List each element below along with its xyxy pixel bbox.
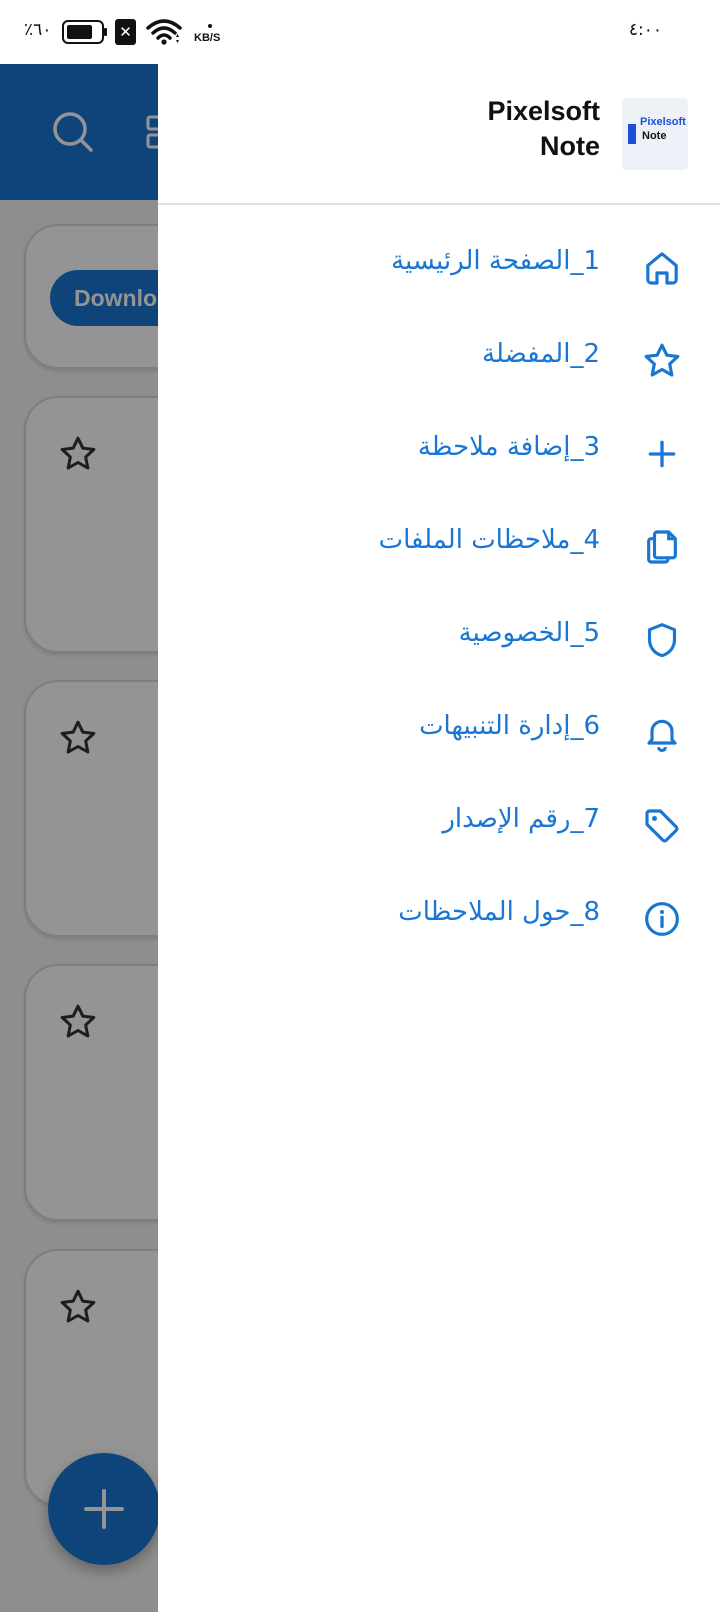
shield-icon	[647, 623, 677, 658]
menu-item-label: 1_الصفحة الرئيسية	[391, 246, 600, 276]
bell-icon	[647, 719, 677, 752]
home-icon	[646, 252, 678, 285]
drawer-menu: 1_الصفحة الرئيسية 2_المفضلة 3_إضافة ملاح…	[158, 222, 720, 966]
status-bar: ٪٦٠ ✕ KB/S ٤:٠٠	[0, 0, 720, 64]
menu-item-about[interactable]: 8_حول الملاحظات	[158, 873, 720, 966]
clock: ٤:٠٠	[628, 20, 662, 40]
battery-icon	[62, 20, 104, 44]
menu-item-label: 2_المفضلة	[482, 339, 600, 369]
menu-item-file-notes[interactable]: 4_ملاحظات الملفات	[158, 501, 720, 594]
menu-item-label: 7_رقم الإصدار	[442, 804, 600, 834]
app-title-line2: Note	[540, 131, 600, 161]
logo-text-line1: Pixelsoft	[640, 116, 686, 128]
app-logo: Pixelsoft Note	[622, 98, 688, 170]
menu-item-label: 4_ملاحظات الملفات	[378, 525, 600, 555]
menu-item-version[interactable]: 7_رقم الإصدار	[158, 780, 720, 873]
menu-item-label: 8_حول الملاحظات	[398, 897, 600, 927]
speed-indicator-dot	[208, 24, 212, 28]
app-title-line1: Pixelsoft	[487, 96, 600, 126]
menu-item-label: 3_إضافة ملاحظة	[417, 432, 600, 462]
tag-icon	[645, 809, 679, 843]
star-icon	[644, 343, 680, 377]
menu-item-home[interactable]: 1_الصفحة الرئيسية	[158, 222, 720, 315]
sim-error-icon: ✕	[115, 19, 136, 45]
menu-item-favorites[interactable]: 2_المفضلة	[158, 315, 720, 408]
network-speed: KB/S	[194, 32, 221, 44]
files-icon	[647, 530, 677, 564]
logo-text-line2: Note	[642, 130, 667, 142]
navigation-drawer: Pixelsoft Note Pixelsoft Note 1_الصفحة ا…	[158, 64, 720, 1612]
battery-cap	[104, 28, 107, 36]
menu-item-notifications[interactable]: 6_إدارة التنبيهات	[158, 687, 720, 780]
logo-mark	[628, 124, 636, 144]
app-title: Pixelsoft Note	[380, 94, 600, 164]
wifi-icon	[146, 19, 182, 45]
menu-item-add-note[interactable]: 3_إضافة ملاحظة	[158, 408, 720, 501]
info-icon	[645, 902, 679, 936]
menu-item-label: 6_إدارة التنبيهات	[419, 711, 600, 741]
battery-percentage: ٪٦٠	[24, 20, 52, 40]
plus-icon	[648, 440, 676, 468]
drawer-header: Pixelsoft Note Pixelsoft Note	[158, 64, 720, 205]
menu-item-privacy[interactable]: 5_الخصوصية	[158, 594, 720, 687]
menu-item-label: 5_الخصوصية	[458, 618, 600, 648]
